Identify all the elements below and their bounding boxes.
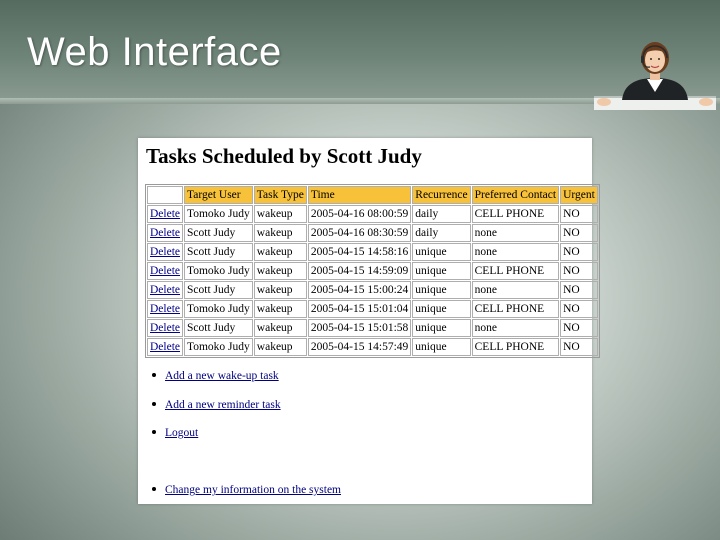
table-row: Delete Tomoko Judy wakeup 2005-04-16 08:… <box>147 205 598 223</box>
preferred-contact-cell: CELL PHONE <box>471 338 560 356</box>
page-heading: Tasks Scheduled by Scott Judy <box>146 144 422 168</box>
column-header-recurrence: Recurrence <box>412 186 471 204</box>
time-cell: 2005-04-15 15:00:24 <box>307 281 412 299</box>
time-cell: 2005-04-16 08:00:59 <box>307 205 412 223</box>
bullet-icon <box>152 373 156 378</box>
task-type-cell: wakeup <box>253 300 307 318</box>
preferred-contact-cell: none <box>471 243 560 261</box>
list-item: Add a new reminder task <box>152 399 281 411</box>
time-cell: 2005-04-15 15:01:04 <box>307 300 412 318</box>
column-header-preferred-contact: Preferred Contact <box>471 186 560 204</box>
table-row: Delete Scott Judy wakeup 2005-04-15 15:0… <box>147 281 598 299</box>
column-header-urgent: Urgent <box>560 186 598 204</box>
time-cell: 2005-04-16 08:30:59 <box>307 224 412 242</box>
preferred-contact-cell: CELL PHONE <box>471 262 560 280</box>
time-cell: 2005-04-15 14:57:49 <box>307 338 412 356</box>
add-wakeup-task-link[interactable]: Add a new wake-up task <box>165 370 279 382</box>
target-user-cell: Scott Judy <box>184 281 253 299</box>
task-type-cell: wakeup <box>253 338 307 356</box>
delete-link[interactable]: Delete <box>150 322 180 334</box>
logout-link[interactable]: Logout <box>165 427 198 439</box>
preferred-contact-cell: none <box>471 224 560 242</box>
time-cell: 2005-04-15 14:58:16 <box>307 243 412 261</box>
delete-link-cell[interactable]: Delete <box>147 281 184 299</box>
add-reminder-task-link[interactable]: Add a new reminder task <box>165 399 281 411</box>
task-type-cell: wakeup <box>253 205 307 223</box>
table-row: Delete Tomoko Judy wakeup 2005-04-15 14:… <box>147 338 598 356</box>
web-page-screenshot: Tasks Scheduled by Scott Judy Target Use… <box>138 138 600 504</box>
column-header-target-user: Target User <box>184 186 253 204</box>
bullet-icon <box>152 430 156 435</box>
delete-link-cell[interactable]: Delete <box>147 300 184 318</box>
table-row: Delete Tomoko Judy wakeup 2005-04-15 14:… <box>147 262 598 280</box>
preferred-contact-cell: none <box>471 319 560 337</box>
delete-link[interactable]: Delete <box>150 246 180 258</box>
recurrence-cell: daily <box>412 224 471 242</box>
delete-link-cell[interactable]: Delete <box>147 205 184 223</box>
delete-link[interactable]: Delete <box>150 208 180 220</box>
urgent-cell: NO <box>560 338 598 356</box>
delete-link-cell[interactable]: Delete <box>147 243 184 261</box>
column-header-action <box>147 186 184 204</box>
change-information-link[interactable]: Change my information on the system <box>165 484 341 496</box>
urgent-cell: NO <box>560 205 598 223</box>
delete-link[interactable]: Delete <box>150 341 180 353</box>
urgent-cell: NO <box>560 281 598 299</box>
list-item: Change my information on the system <box>152 484 341 496</box>
delete-link-cell[interactable]: Delete <box>147 262 184 280</box>
recurrence-cell: unique <box>412 281 471 299</box>
bullet-icon <box>152 487 156 492</box>
preferred-contact-cell: none <box>471 281 560 299</box>
slide-title: Web Interface <box>27 30 282 74</box>
target-user-cell: Scott Judy <box>184 243 253 261</box>
task-type-cell: wakeup <box>253 243 307 261</box>
task-type-cell: wakeup <box>253 224 307 242</box>
target-user-cell: Scott Judy <box>184 319 253 337</box>
preferred-contact-cell: CELL PHONE <box>471 300 560 318</box>
target-user-cell: Tomoko Judy <box>184 262 253 280</box>
table-row: Delete Scott Judy wakeup 2005-04-16 08:3… <box>147 224 598 242</box>
tasks-table: Target User Task Type Time Recurrence Pr… <box>145 184 600 358</box>
delete-link[interactable]: Delete <box>150 265 180 277</box>
target-user-cell: Scott Judy <box>184 224 253 242</box>
urgent-cell: NO <box>560 224 598 242</box>
column-header-time: Time <box>307 186 412 204</box>
recurrence-cell: unique <box>412 262 471 280</box>
task-type-cell: wakeup <box>253 319 307 337</box>
table-row: Delete Scott Judy wakeup 2005-04-15 15:0… <box>147 319 598 337</box>
delete-link-cell[interactable]: Delete <box>147 319 184 337</box>
recurrence-cell: unique <box>412 243 471 261</box>
urgent-cell: NO <box>560 319 598 337</box>
delete-link[interactable]: Delete <box>150 284 180 296</box>
target-user-cell: Tomoko Judy <box>184 205 253 223</box>
urgent-cell: NO <box>560 262 598 280</box>
column-header-task-type: Task Type <box>253 186 307 204</box>
headset-agent-icon <box>594 42 716 110</box>
time-cell: 2005-04-15 14:59:09 <box>307 262 412 280</box>
delete-link-cell[interactable]: Delete <box>147 224 184 242</box>
task-type-cell: wakeup <box>253 281 307 299</box>
table-row: Delete Tomoko Judy wakeup 2005-04-15 15:… <box>147 300 598 318</box>
table-row: Delete Scott Judy wakeup 2005-04-15 14:5… <box>147 243 598 261</box>
recurrence-cell: daily <box>412 205 471 223</box>
urgent-cell: NO <box>560 300 598 318</box>
recurrence-cell: unique <box>412 338 471 356</box>
list-item: Add a new wake-up task <box>152 370 279 382</box>
urgent-cell: NO <box>560 243 598 261</box>
delete-link-cell[interactable]: Delete <box>147 338 184 356</box>
delete-link[interactable]: Delete <box>150 227 180 239</box>
bullet-icon <box>152 402 156 407</box>
target-user-cell: Tomoko Judy <box>184 300 253 318</box>
time-cell: 2005-04-15 15:01:58 <box>307 319 412 337</box>
preferred-contact-cell: CELL PHONE <box>471 205 560 223</box>
task-type-cell: wakeup <box>253 262 307 280</box>
list-item: Logout <box>152 427 198 439</box>
recurrence-cell: unique <box>412 319 471 337</box>
recurrence-cell: unique <box>412 300 471 318</box>
table-header-row: Target User Task Type Time Recurrence Pr… <box>147 186 598 204</box>
delete-link[interactable]: Delete <box>150 303 180 315</box>
target-user-cell: Tomoko Judy <box>184 338 253 356</box>
